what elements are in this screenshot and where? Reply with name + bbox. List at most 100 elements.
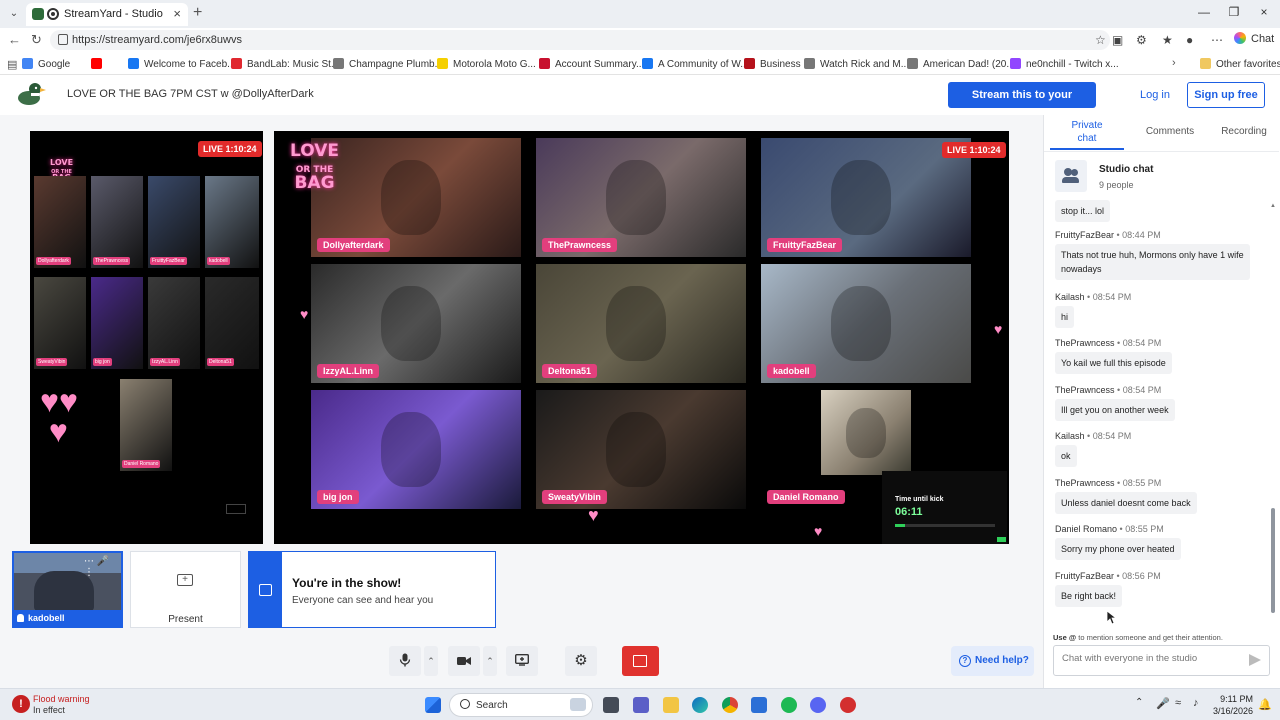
extensions-icon[interactable]: ⚙ [1136,33,1147,47]
tile-options-icon[interactable]: ⋯ 🎤 ⋮ [84,556,121,578]
browser-tab-streamyard[interactable]: StreamYard - Studio × [26,3,188,26]
bookmark-item[interactable]: American Dad! (20... [907,58,1015,70]
need-help-button[interactable]: ? Need help? [951,646,1034,676]
wifi-icon[interactable]: ≈ [1175,697,1181,709]
windows-start-icon[interactable] [425,697,441,713]
camera-button[interactable] [448,646,480,676]
discord-icon[interactable] [810,697,826,713]
scrollbar-thumb[interactable] [1271,508,1275,613]
scroll-up-icon[interactable]: ▲ [1270,203,1276,209]
app-icon[interactable] [840,697,856,713]
profile-icon[interactable]: ● [1186,33,1193,47]
store-icon[interactable] [751,697,767,713]
participant-video[interactable]: FruittyFazBear [761,138,971,257]
chat-message-meta: FruittyFazBear • 08:44 PM [1055,230,1265,240]
chat-input-box[interactable] [1053,645,1270,676]
camera-options-chevron-icon[interactable]: ⌃ [483,646,497,676]
system-tray-chevron-icon[interactable]: ⌃ [1135,697,1143,708]
participant-video[interactable]: IzzyAL.Linn [311,264,521,383]
participant-video[interactable]: kadobell [761,264,971,383]
microphone-button[interactable] [389,646,421,676]
close-tab-icon[interactable]: × [173,6,181,21]
favorites-icon[interactable]: ★ [1162,33,1173,47]
self-camera-tile[interactable]: ⋯ 🎤 ⋮ kadobell [12,551,123,628]
other-favorites[interactable]: Other favorites [1200,58,1280,70]
bookmark-item[interactable]: Champagne Plumb... [333,58,443,70]
copilot-chat-button[interactable]: Chat [1234,32,1274,45]
meta-separator: • [1114,571,1123,581]
bookmark-item[interactable]: A Community of W... [642,58,749,70]
sign-up-button[interactable]: Sign up free [1187,82,1265,108]
live-timer-badge: LIVE 1:10:24 [942,142,1006,158]
bookmark-label: Welcome to Faceb... [144,59,236,70]
kick-indicator [997,537,1006,542]
microphone-tray-icon[interactable]: 🎤 [1156,697,1170,710]
present-tile[interactable]: + Present [130,551,241,628]
send-icon[interactable] [1249,654,1261,666]
chat-message-text: stop it... lol [1055,200,1111,222]
media-icon[interactable]: ▣ [1112,33,1123,47]
bookmark-item[interactable]: Account Summary... [539,58,644,70]
back-icon[interactable]: ← [8,32,21,47]
bookmarks-overflow-chevron-icon[interactable]: › [1172,57,1176,69]
notifications-bell-icon[interactable]: 🔔 [1258,698,1272,711]
preview-participant-video: kadobell [205,176,259,268]
kick-timer-value: 06:11 [895,506,923,518]
bookmark-item[interactable]: Google [22,58,70,70]
stream-to-audience-button[interactable]: Stream this to your audience [948,82,1096,127]
preview-name-chip: kadobell [207,257,230,265]
chat-input[interactable] [1062,653,1242,664]
favorite-star-icon[interactable]: ☆ [1095,33,1106,47]
more-options-icon[interactable]: ⋯ [1211,33,1223,47]
share-screen-button[interactable] [506,646,538,676]
collections-icon[interactable]: ▤ [7,58,17,71]
minimize-icon[interactable]: — [1194,5,1214,21]
preview-participant-video: FruittyFazBear [148,176,200,268]
bookmark-item[interactable] [91,58,107,70]
mic-options-chevron-icon[interactable]: ⌃ [424,646,438,676]
participant-video[interactable]: big jon [311,390,521,509]
teams-icon[interactable] [633,697,649,713]
participant-video[interactable]: Dollyafterdark [311,138,521,257]
file-explorer-icon[interactable] [663,697,679,713]
volume-icon[interactable]: ♪ [1193,697,1199,709]
bookmark-item[interactable]: Business [744,58,801,70]
close-window-icon[interactable]: × [1254,5,1274,21]
bookmark-item[interactable]: BandLab: Music St... [231,58,339,70]
weather-title: Flood warning [33,694,90,704]
bookmark-label: Motorola Moto G... [453,59,536,70]
bookmark-item[interactable]: ne0nchill - Twitch x... [1010,58,1119,70]
tab-recording[interactable]: Recording [1214,126,1274,137]
bookmark-item[interactable]: Watch Rick and M... [804,58,909,70]
participant-video[interactable]: Deltona51 [536,264,746,383]
in-show-heading: You're in the show! [292,576,402,590]
edge-icon[interactable] [692,697,708,713]
bookmark-item[interactable]: Motorola Moto G... [437,58,536,70]
settings-button[interactable]: ⚙ [565,646,597,676]
meta-separator: • [1114,478,1123,488]
tab-list-chevron-icon[interactable]: ⌄ [6,6,22,22]
site-info-icon[interactable] [58,34,68,45]
participant-video[interactable]: SweatyVibin [536,390,746,509]
clock[interactable]: 9:11 PM 3/16/2026 [1213,693,1253,717]
bookmark-item[interactable]: Welcome to Faceb... [128,58,236,70]
bookmark-favicon-icon [907,58,918,69]
self-name: kadobell [28,613,65,623]
restore-icon[interactable]: ❐ [1224,5,1244,21]
new-tab-icon[interactable]: + [193,4,202,22]
chat-timestamp: 08:54 PM [1092,292,1132,302]
tab-comments[interactable]: Comments [1140,126,1200,137]
task-view-icon[interactable] [603,697,619,713]
need-help-label: Need help? [975,655,1029,666]
address-field[interactable]: https://streamyard.com/je6rx8uwvs [50,30,1110,50]
reload-icon[interactable]: ↻ [31,32,42,48]
chat-scrollbar[interactable]: ▲ [1270,203,1276,613]
participant-video[interactable]: ThePrawncess [536,138,746,257]
preview-name-chip: Daniel Romano [122,460,161,468]
leave-studio-button[interactable] [622,646,659,676]
log-in-link[interactable]: Log in [1140,89,1170,101]
chrome-icon[interactable] [722,697,738,713]
spotify-icon[interactable] [781,697,797,713]
stage-preview-screen: LOVEOR THEBAG LIVE 1:10:24 Dollyafterdar… [30,131,263,544]
tab-private-chat[interactable]: Private chat [1066,119,1108,145]
